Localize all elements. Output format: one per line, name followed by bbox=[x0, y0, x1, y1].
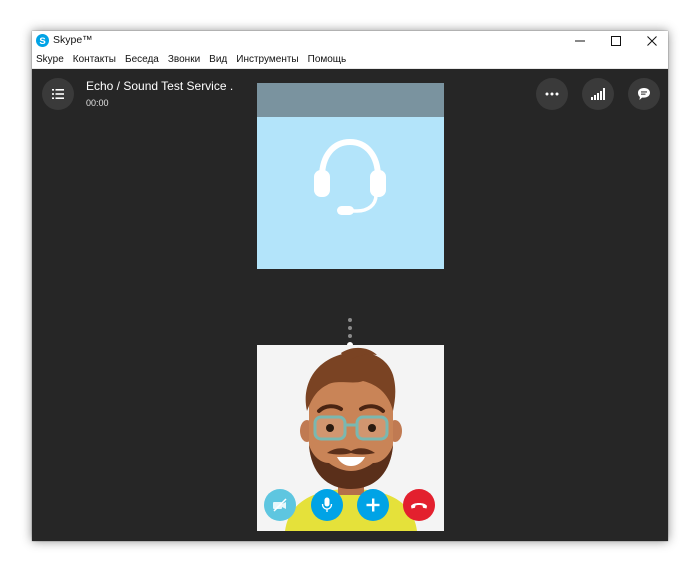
carousel-dot bbox=[348, 334, 352, 338]
more-options-icon bbox=[545, 92, 559, 96]
minimize-button[interactable] bbox=[562, 31, 598, 51]
microphone-icon bbox=[321, 497, 333, 512]
close-button[interactable] bbox=[634, 31, 668, 51]
hang-up-button[interactable] bbox=[403, 489, 435, 521]
add-participant-button[interactable] bbox=[357, 489, 389, 521]
call-quality-button[interactable] bbox=[582, 78, 614, 110]
menu-tools[interactable]: Инструменты bbox=[236, 54, 298, 65]
menu-view[interactable]: Вид bbox=[209, 54, 227, 65]
video-off-icon bbox=[273, 498, 287, 512]
more-options-button[interactable] bbox=[536, 78, 568, 110]
remote-tile-header bbox=[257, 83, 444, 117]
carousel-dot bbox=[348, 326, 352, 330]
call-stage: Echo / Sound Test Service . 00:00 bbox=[32, 69, 668, 541]
call-title: Echo / Sound Test Service . bbox=[86, 79, 234, 93]
menu-bar: Skype Контакты Беседа Звонки Вид Инструм… bbox=[32, 51, 668, 69]
app-title: Skype™ bbox=[53, 34, 93, 46]
minimize-icon bbox=[575, 40, 585, 42]
call-quality-icon bbox=[591, 88, 605, 100]
skype-logo-icon: S bbox=[36, 34, 49, 47]
skype-window: S Skype™ Skype Контакты Беседа Звонки Ви… bbox=[32, 31, 668, 541]
call-list-icon bbox=[52, 89, 64, 99]
chat-button[interactable] bbox=[628, 78, 660, 110]
remote-participant-tile bbox=[257, 83, 444, 269]
chat-icon bbox=[638, 88, 650, 100]
add-icon bbox=[366, 498, 380, 512]
menu-contacts[interactable]: Контакты bbox=[73, 54, 116, 65]
close-icon bbox=[647, 36, 657, 46]
menu-skype[interactable]: Skype bbox=[36, 54, 64, 65]
video-toggle-button[interactable] bbox=[264, 489, 296, 521]
maximize-icon bbox=[611, 36, 621, 46]
maximize-button[interactable] bbox=[598, 31, 634, 51]
title-bar: S Skype™ bbox=[32, 31, 668, 51]
headset-icon bbox=[314, 138, 386, 215]
menu-conversation[interactable]: Беседа bbox=[125, 54, 159, 65]
mute-button[interactable] bbox=[311, 489, 343, 521]
call-timer: 00:00 bbox=[86, 98, 109, 108]
call-list-button[interactable] bbox=[42, 78, 74, 110]
svg-text:S: S bbox=[39, 36, 45, 47]
hang-up-icon bbox=[411, 503, 427, 509]
carousel-dot bbox=[348, 318, 352, 322]
menu-calls[interactable]: Звонки bbox=[168, 54, 200, 65]
menu-help[interactable]: Помощь bbox=[308, 54, 347, 65]
